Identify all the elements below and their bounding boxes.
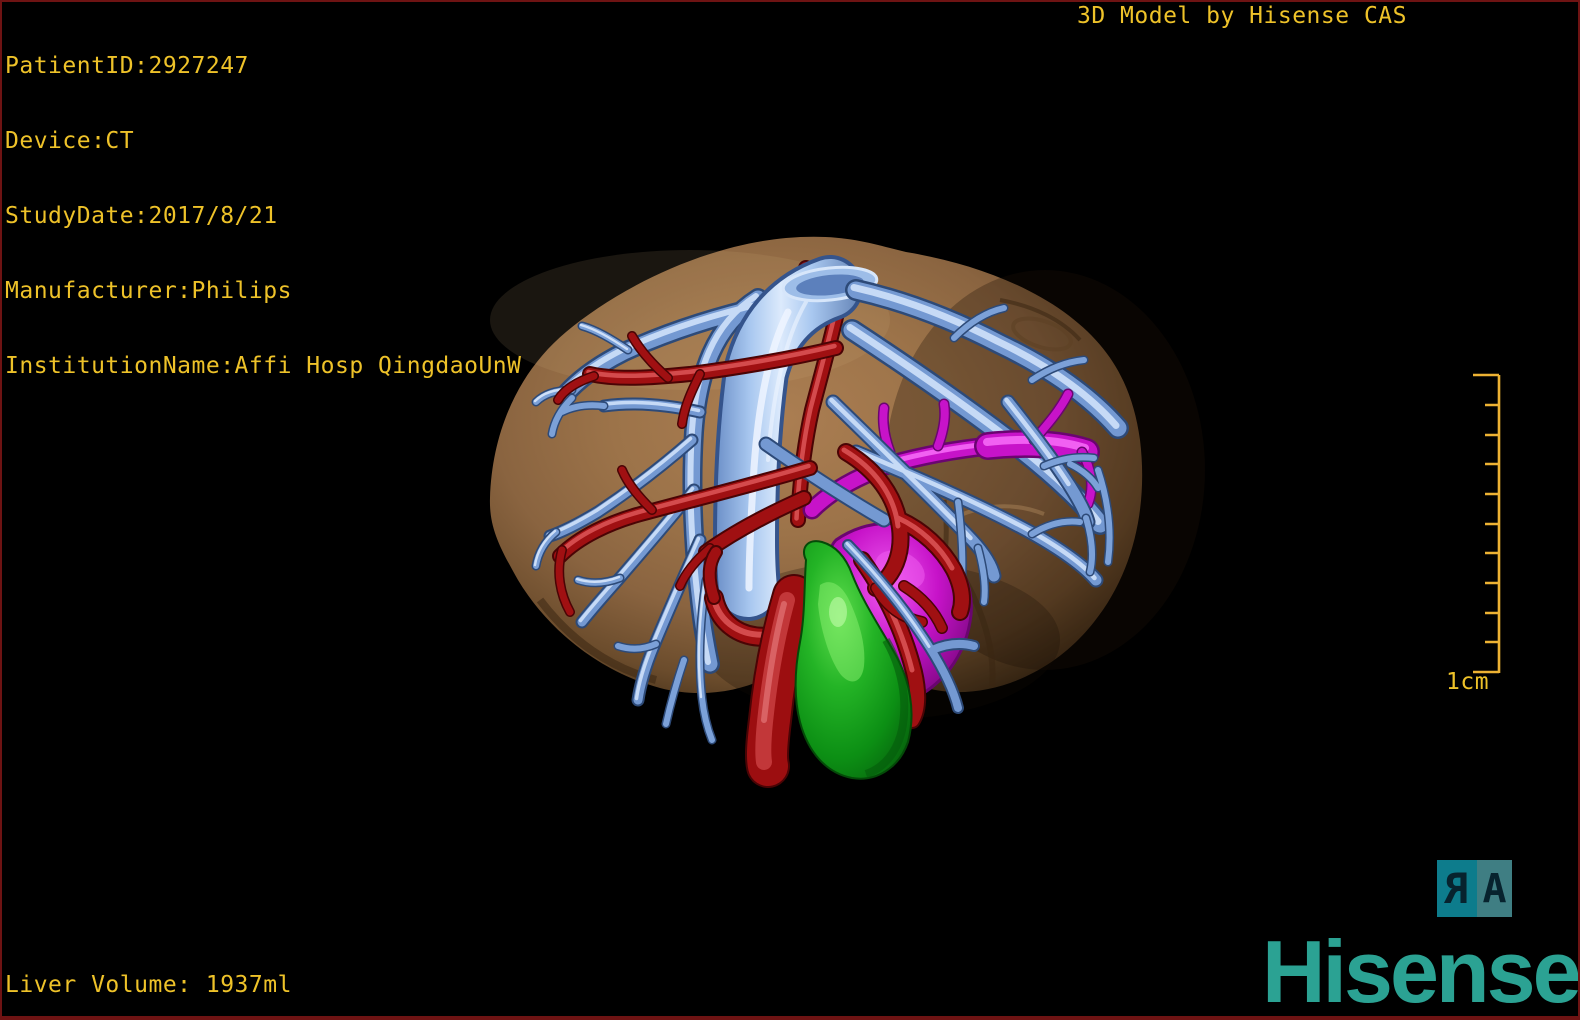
scale-bar [1473, 373, 1501, 674]
app-title: 3D Model by Hisense CAS [1077, 3, 1407, 29]
liver-volume-label: Liver Volume: [5, 972, 192, 998]
patient-id-line: PatientID:2927247 [5, 53, 249, 79]
hisense-logo: Hisense [1262, 922, 1580, 1020]
orientation-marker-right: R [1437, 860, 1477, 917]
orientation-marker-anterior: A [1477, 860, 1512, 917]
viewer-window: PatientID:2927247 Device:CT StudyDate:20… [0, 0, 1580, 1020]
liver-volume-readout: Liver Volume: 1937ml [5, 973, 292, 998]
patient-info-block: PatientID:2927247 Device:CT StudyDate:20… [5, 4, 522, 429]
manufacturer-line: Manufacturer:Philips [5, 278, 292, 304]
scale-bar-ruler [1473, 373, 1501, 674]
institution-line: InstitutionName:Affi Hosp QingdaoUnW [5, 353, 522, 379]
study-date-line: StudyDate:2017/8/21 [5, 203, 278, 229]
device-line: Device:CT [5, 128, 135, 154]
anterior-a-glyph: A [1482, 865, 1507, 912]
scale-bar-label: 1cm [1446, 669, 1490, 695]
liver-volume-value: 1937ml [191, 972, 292, 998]
mirrored-r-glyph: R [1444, 864, 1470, 913]
